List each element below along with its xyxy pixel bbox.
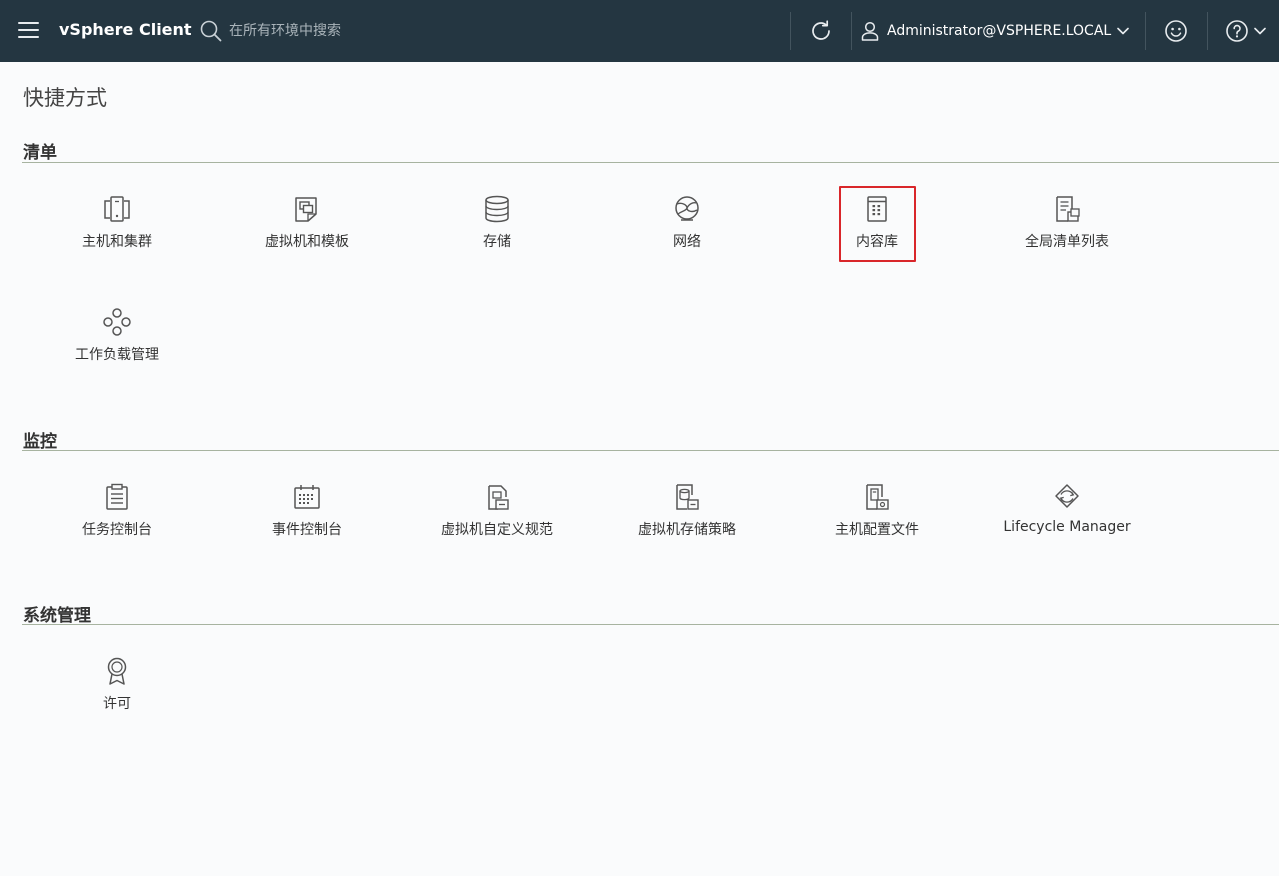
host-profiles-icon bbox=[866, 484, 889, 510]
content-library-icon bbox=[867, 196, 887, 222]
refresh-button[interactable] bbox=[809, 19, 833, 47]
shortcut-host-profiles[interactable]: 主机配置文件 bbox=[802, 474, 952, 550]
task-console-icon bbox=[106, 483, 128, 510]
shortcut-workload-management[interactable]: 工作负载管理 bbox=[42, 299, 192, 375]
workload-management-icon bbox=[103, 308, 131, 336]
shortcut-label: 许可 bbox=[103, 696, 131, 712]
chevron-down-icon bbox=[1254, 27, 1266, 35]
menu-icon[interactable] bbox=[18, 22, 39, 40]
shortcut-label: 全局清单列表 bbox=[1025, 234, 1109, 250]
shortcut-label: 主机和集群 bbox=[82, 234, 152, 250]
shortcut-label: 存储 bbox=[483, 234, 511, 250]
shortcut-label: 网络 bbox=[673, 234, 701, 250]
shortcut-label: 主机配置文件 bbox=[835, 522, 919, 538]
section-divider bbox=[22, 624, 1279, 625]
shortcut-vm-storage-policy[interactable]: 虚拟机存储策略 bbox=[612, 474, 762, 550]
shortcut-label: 工作负载管理 bbox=[75, 347, 159, 363]
chevron-down-icon bbox=[1117, 27, 1130, 35]
feedback-button[interactable] bbox=[1164, 19, 1188, 47]
shortcut-task-console[interactable]: 任务控制台 bbox=[42, 474, 192, 550]
shortcut-label: 任务控制台 bbox=[82, 522, 152, 538]
vm-storage-policy-icon bbox=[676, 484, 699, 510]
shortcut-hosts-clusters[interactable]: 主机和集群 bbox=[42, 186, 192, 262]
network-icon bbox=[675, 196, 699, 221]
lifecycle-manager-icon bbox=[1055, 484, 1079, 508]
global-inventory-icon bbox=[1056, 196, 1080, 222]
shortcut-event-console[interactable]: 事件控制台 bbox=[232, 474, 382, 550]
storage-icon bbox=[485, 195, 509, 223]
shortcut-network[interactable]: 网络 bbox=[612, 186, 762, 262]
global-search[interactable] bbox=[200, 19, 500, 43]
header-divider bbox=[851, 12, 852, 50]
shortcut-global-inventory[interactable]: 全局清单列表 bbox=[992, 186, 1142, 262]
shortcut-licensing[interactable]: 许可 bbox=[42, 648, 192, 724]
shortcut-vm-customization[interactable]: 虚拟机自定义规范 bbox=[422, 474, 572, 550]
section-divider bbox=[22, 162, 1279, 163]
smiley-icon bbox=[1165, 20, 1187, 42]
licensing-icon bbox=[107, 657, 127, 685]
help-icon bbox=[1226, 20, 1248, 42]
section-divider bbox=[22, 450, 1279, 451]
shortcut-label: 事件控制台 bbox=[272, 522, 342, 538]
shortcut-vms-templates[interactable]: 虚拟机和模板 bbox=[232, 186, 382, 262]
shortcut-content-library[interactable]: 内容库 bbox=[802, 186, 952, 262]
vms-templates-icon bbox=[295, 197, 317, 222]
refresh-icon bbox=[812, 20, 830, 40]
help-menu[interactable] bbox=[1225, 19, 1269, 43]
top-header: vSphere Client Administrator@VSPHERE.LOC… bbox=[0, 0, 1279, 62]
shortcut-lifecycle-manager[interactable]: Lifecycle Manager bbox=[992, 474, 1142, 550]
section-title-inventory: 清单 bbox=[23, 143, 57, 163]
vm-customization-icon bbox=[488, 485, 509, 510]
event-console-icon bbox=[294, 485, 320, 509]
page-title: 快捷方式 bbox=[23, 86, 107, 110]
section-title-monitoring: 监控 bbox=[23, 432, 57, 452]
search-input[interactable] bbox=[229, 21, 489, 41]
shortcut-label: 虚拟机和模板 bbox=[265, 234, 349, 250]
header-divider bbox=[790, 12, 791, 50]
shortcut-label: 虚拟机自定义规范 bbox=[441, 522, 553, 538]
header-divider bbox=[1145, 12, 1146, 50]
shortcut-label: Lifecycle Manager bbox=[1003, 519, 1131, 535]
search-icon bbox=[200, 20, 222, 42]
shortcut-storage[interactable]: 存储 bbox=[422, 186, 572, 262]
section-title-administration: 系统管理 bbox=[23, 606, 91, 626]
shortcut-label: 虚拟机存储策略 bbox=[638, 522, 736, 538]
shortcut-label: 内容库 bbox=[856, 234, 898, 250]
header-divider bbox=[1207, 12, 1208, 50]
user-name: Administrator@VSPHERE.LOCAL bbox=[887, 23, 1112, 39]
app-title[interactable]: vSphere Client bbox=[59, 20, 192, 39]
user-menu[interactable]: Administrator@VSPHERE.LOCAL bbox=[861, 19, 1130, 43]
user-icon bbox=[861, 21, 879, 41]
hosts-clusters-icon bbox=[104, 196, 130, 222]
